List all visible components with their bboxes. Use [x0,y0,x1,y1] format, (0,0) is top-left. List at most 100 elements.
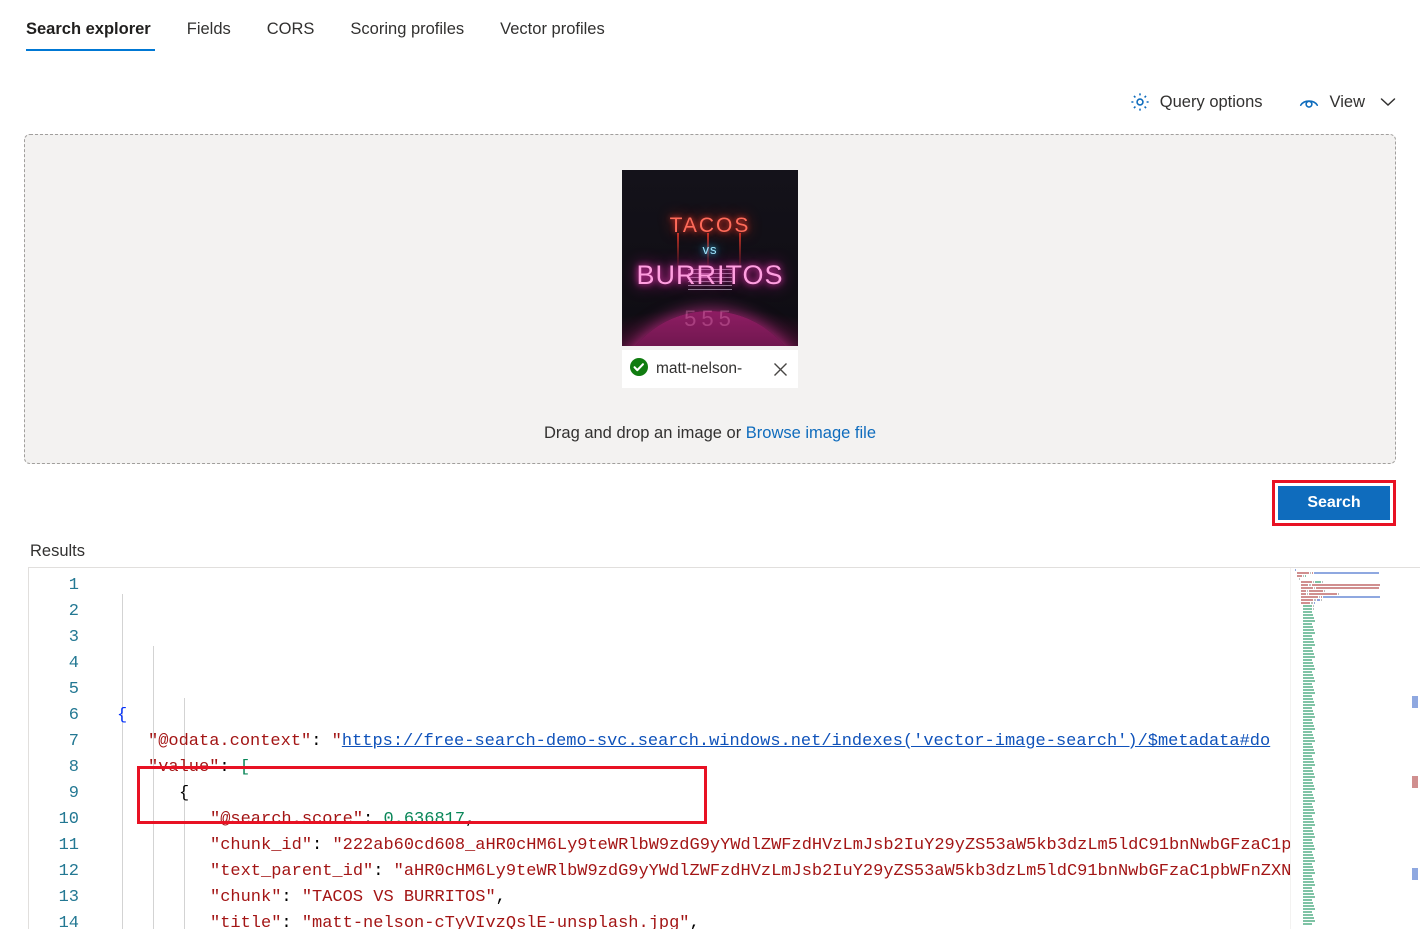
minimap-segment [1322,595,1380,598]
json-token: " [331,732,342,751]
minimap-segment [1303,826,1312,829]
dropzone-hint-text: Drag and drop an image or [543,424,746,442]
code-line[interactable]: "@odata.context": "https://free-search-d… [91,729,1420,755]
thumbnail-text-line2: vs [702,242,718,258]
minimap-segment [1303,874,1312,877]
search-button-annotation: Search [1272,480,1396,526]
code-line[interactable]: "text_parent_id": "aHR0cHM6Ly9teWRlbW9zd… [91,859,1420,885]
minimap-segment [1303,637,1313,640]
minimap-segment [1303,664,1314,667]
minimap-segment [1303,754,1312,757]
minimap-scrollbar[interactable] [1410,568,1420,929]
minimap-segment [1303,676,1314,679]
minimap-segment [1303,838,1312,841]
minimap-segment [1303,796,1314,799]
minimap-segment [1303,574,1305,577]
code-line[interactable]: "chunk_id": "222ab60cd608_aHR0cHM6Ly9teW… [91,833,1420,859]
uploaded-file-name: matt-nelson- [656,360,743,377]
minimap-segment [1309,583,1311,586]
minimap-segment [1303,910,1312,913]
tab-search-explorer[interactable]: Search explorer [24,6,169,52]
minimap-segment [1303,919,1315,922]
minimap-segment [1303,772,1314,775]
minimap-segment [1303,904,1314,907]
minimap-segment [1303,727,1315,730]
json-url-link[interactable]: https://free-search-demo-svc.search.wind… [342,732,1270,751]
line-number-gutter: 1 2 3 4 5 6 7 8 9 10 11 12 13 14 [29,568,91,929]
json-token: [ [239,758,251,777]
minimap-segment [1303,808,1314,811]
code-line[interactable]: "title": "matt-nelson-cTyVIvzQslE-unspla… [91,911,1420,929]
minimap-segment [1303,661,1313,664]
minimap-segment [1297,571,1309,574]
minimap-segment [1303,622,1312,625]
json-token: "value" [148,758,220,777]
minimap-segment [1303,625,1313,628]
minimap-segment [1303,607,1312,610]
minimap-segment [1303,712,1314,715]
json-code-content[interactable]: {"@odata.context": "https://free-search-… [91,568,1420,929]
minimap-segment [1301,589,1307,592]
minimap-segment [1303,871,1315,874]
minimap-segment [1303,724,1314,727]
minimap-segment [1303,766,1312,769]
line-number: 1 [68,576,79,595]
minimap-segment [1303,691,1315,694]
editor-minimap[interactable] [1290,568,1420,929]
minimap-segment [1303,730,1312,733]
json-token: { [179,784,190,803]
query-options-button[interactable]: Query options [1129,91,1263,113]
code-line[interactable]: "chunk": "TACOS VS BURRITOS", [91,885,1420,911]
json-token: "title" [210,914,282,929]
minimap-segment [1303,649,1313,652]
minimap-segment [1303,841,1313,844]
minimap-segment [1303,820,1314,823]
search-button-row: Search [0,464,1420,526]
json-token: "chunk" [210,888,282,907]
minimap-segment [1303,670,1312,673]
code-line[interactable]: "@search.score": 0.636817, [91,807,1420,833]
tab-cors[interactable]: CORS [249,6,333,51]
minimap-segment [1303,784,1314,787]
tab-fields[interactable]: Fields [169,6,249,51]
minimap-segment [1303,616,1314,619]
minimap-segment [1301,592,1307,595]
code-line[interactable]: "value": [ [91,755,1420,781]
minimap-segment [1303,916,1314,919]
minimap-segment [1303,619,1315,622]
tab-scoring-profiles[interactable]: Scoring profiles [332,6,482,51]
json-token: : [281,914,302,929]
minimap-segment [1303,760,1314,763]
search-button[interactable]: Search [1278,486,1390,520]
minimap-segment [1303,718,1312,721]
minimap-segment [1303,745,1313,748]
tab-vector-profiles[interactable]: Vector profiles [482,6,623,51]
minimap-segment [1303,892,1314,895]
minimap-segment [1311,601,1313,604]
view-button[interactable]: View [1297,92,1396,112]
code-line[interactable]: { [91,781,1420,807]
minimap-segment [1309,592,1337,595]
minimap-segment [1312,607,1314,610]
minimap-segment [1303,652,1314,655]
minimap-segment [1303,859,1315,862]
close-icon[interactable] [768,357,792,381]
browse-image-file-link[interactable]: Browse image file [746,424,876,442]
minimap-segment [1303,613,1313,616]
line-number: 8 [68,758,79,777]
minimap-segment [1314,598,1316,601]
thumbnail-text-line3: BURRITOS [636,259,784,290]
minimap-segment [1303,787,1315,790]
image-dropzone[interactable]: 555 TACOS vs BURRITOS matt-nelson- Drag … [24,134,1396,464]
line-number: 9 [68,784,79,803]
results-json-editor[interactable]: 1 2 3 4 5 6 7 8 9 10 11 12 13 14 {"@odata.context": "… [28,567,1420,929]
code-line[interactable]: { [91,703,1420,729]
minimap-segment [1303,757,1313,760]
minimap-line [1291,922,1420,925]
line-number: 3 [68,628,79,647]
json-token: : [281,888,302,907]
uploaded-file-chip: matt-nelson- [622,350,798,388]
minimap-segment [1303,853,1313,856]
minimap-segment [1307,589,1309,592]
minimap-segment [1303,673,1313,676]
